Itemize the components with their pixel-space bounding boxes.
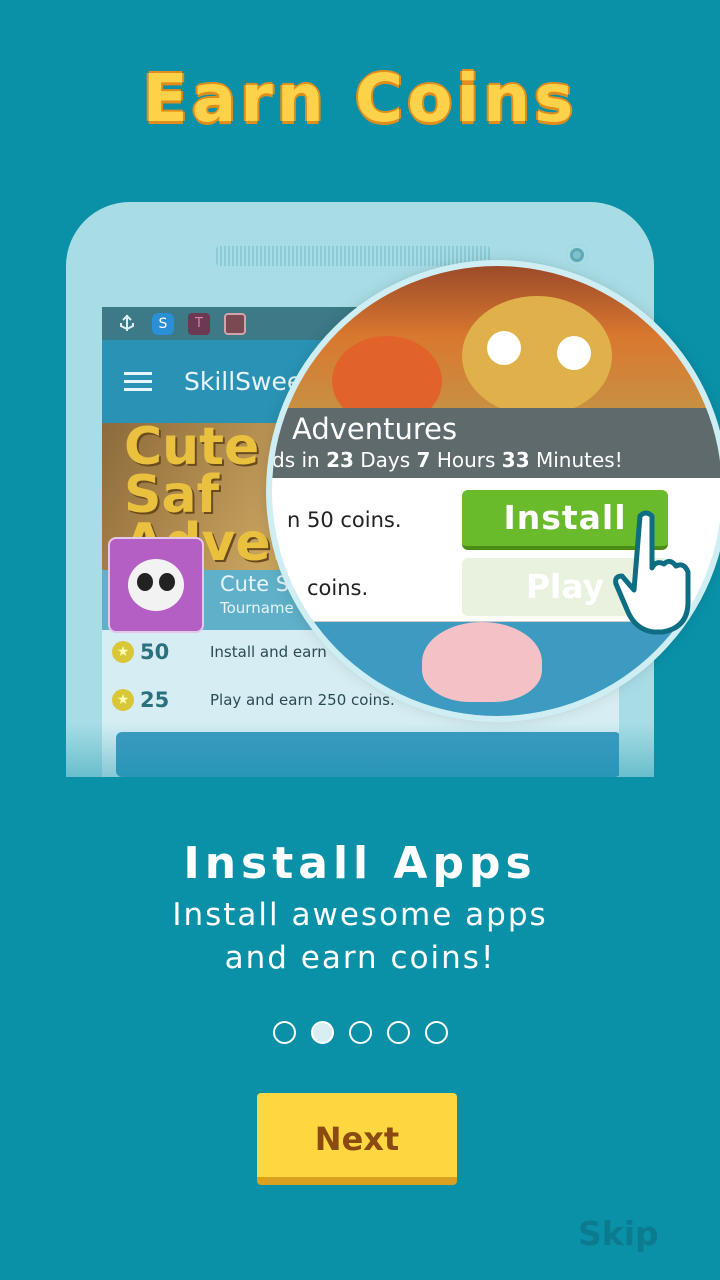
card-title: Cute S xyxy=(220,572,290,596)
page-dot[interactable] xyxy=(272,1021,296,1044)
game-title: Adventures xyxy=(292,412,458,446)
phone-fade xyxy=(66,722,654,777)
step-description: Install awesome apps and earn coins! xyxy=(0,894,720,980)
page-headline: Earn Coins xyxy=(142,60,578,137)
phone-speaker xyxy=(216,246,490,266)
page-dot-active[interactable] xyxy=(310,1021,334,1044)
game-thumbnail xyxy=(108,537,204,633)
pig-character xyxy=(422,622,542,702)
page-dot[interactable] xyxy=(386,1021,410,1044)
game-title-bar: Adventures ds in 23 Days 7 Hours 33 Minu… xyxy=(272,408,720,478)
coin-icon: ★ xyxy=(112,641,134,663)
next-button[interactable]: Next xyxy=(257,1093,457,1185)
skype-icon: S xyxy=(152,312,174,335)
step-description-line: and earn coins! xyxy=(224,940,496,976)
coin-icon: ★ xyxy=(112,689,134,711)
phone-camera xyxy=(566,244,588,266)
countdown-days: 23 xyxy=(326,448,354,472)
magnifier-zoom: Adventures ds in 23 Days 7 Hours 33 Minu… xyxy=(272,266,720,716)
tmobile-icon: T xyxy=(188,312,210,335)
play-row-text: coins. xyxy=(307,576,369,600)
page-indicator xyxy=(0,1021,720,1044)
game-art xyxy=(272,266,720,426)
next-card-zoom xyxy=(272,622,720,716)
countdown-minutes: 33 xyxy=(501,448,530,472)
countdown-hours-label: Hours xyxy=(430,448,502,472)
countdown-hours: 7 xyxy=(416,448,431,472)
menu-icon xyxy=(124,367,152,396)
countdown-prefix: ds in xyxy=(272,448,327,472)
page-dot[interactable] xyxy=(424,1021,448,1044)
gift-icon xyxy=(224,312,246,335)
eye-icon xyxy=(487,331,521,365)
skip-button[interactable]: Skip xyxy=(578,1214,659,1253)
step-description-line: Install awesome apps xyxy=(172,897,548,933)
step-title: Install Apps xyxy=(183,838,537,889)
panda-icon xyxy=(128,559,184,611)
page-dot[interactable] xyxy=(348,1021,372,1044)
eye-icon xyxy=(557,336,591,370)
usb-icon xyxy=(120,314,134,331)
coin-amount: 25 xyxy=(140,688,170,712)
install-row-text: n 50 coins. xyxy=(287,508,402,532)
pointer-hand-icon xyxy=(613,510,691,635)
countdown-minutes-label: Minutes! xyxy=(529,448,623,472)
coin-amount: 50 xyxy=(140,640,170,664)
countdown-days-label: Days xyxy=(353,448,417,472)
ends-countdown: ds in 23 Days 7 Hours 33 Minutes! xyxy=(272,448,623,472)
card-subtitle: Tourname xyxy=(220,599,294,617)
